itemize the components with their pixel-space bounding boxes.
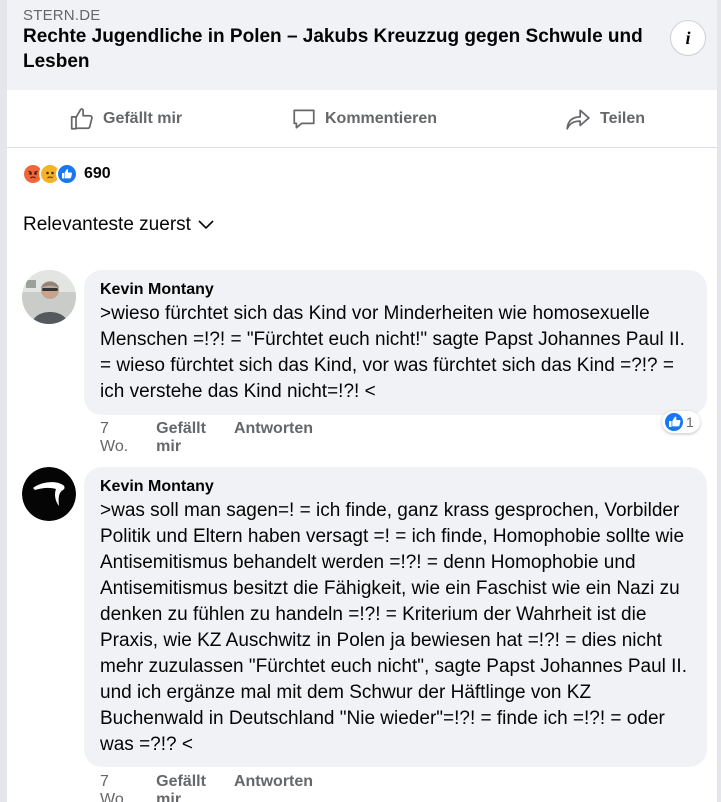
comment-button[interactable]: Kommentieren [291, 90, 437, 148]
comment-reaction-count: 1 [686, 414, 694, 430]
sort-label: Relevanteste zuerst [23, 214, 191, 235]
info-icon: i [685, 27, 691, 48]
like-icon [665, 413, 683, 431]
like-icon [56, 163, 78, 185]
link-source: STERN.DE [23, 7, 101, 24]
link-preview[interactable]: STERN.DE Rechte Jugendliche in Polen – J… [7, 0, 717, 90]
comment-meta: 7 Wo. Gefällt mir Antworten [100, 420, 313, 456]
comment-author[interactable]: Kevin Montany [100, 279, 693, 301]
info-button[interactable]: i [670, 20, 706, 56]
comment-button-label: Kommentieren [325, 110, 438, 127]
chevron-down-icon [198, 220, 214, 230]
comment-text: >wieso fürchtet sich das Kind vor Minder… [100, 303, 685, 402]
comment-timestamp[interactable]: 7 Wo. [100, 420, 128, 456]
comment-reply-link[interactable]: Antworten [234, 773, 313, 802]
reactions-summary[interactable]: 690 [22, 163, 111, 185]
comment-timestamp[interactable]: 7 Wo. [100, 773, 128, 802]
comment-author[interactable]: Kevin Montany [100, 476, 693, 498]
comment-bubble: Kevin Montany >was soll man sagen=! = ic… [84, 467, 707, 767]
share-button-label: Teilen [600, 110, 646, 127]
share-button[interactable]: Teilen [564, 90, 645, 148]
comment-reaction-badge[interactable]: 1 [662, 411, 700, 433]
post-action-bar: Gefällt mir Kommentieren Teilen [7, 90, 717, 148]
speech-bubble-icon [293, 109, 315, 129]
reaction-count: 690 [84, 165, 111, 182]
like-button[interactable]: Gefällt mir [69, 90, 182, 148]
avatar[interactable] [22, 270, 76, 324]
comment-meta: 7 Wo. Gefällt mir Antworten [100, 773, 313, 802]
link-title[interactable]: Rechte Jugendliche in Polen – Jakubs Kre… [23, 24, 673, 74]
comment-sort-dropdown[interactable]: Relevanteste zuerst [23, 214, 215, 236]
avatar[interactable] [22, 467, 76, 521]
comment-reply-link[interactable]: Antworten [234, 420, 313, 456]
share-arrow-icon [566, 109, 590, 130]
like-button-label: Gefällt mir [103, 110, 183, 127]
comment-like-link[interactable]: Gefällt mir [156, 773, 206, 802]
comment-bubble: Kevin Montany >wieso fürchtet sich das K… [84, 270, 707, 415]
thumbs-up-icon [70, 108, 93, 130]
comment-like-link[interactable]: Gefällt mir [156, 420, 206, 456]
comment-text: >was soll man sagen=! = ich finde, ganz … [100, 500, 687, 755]
left-scroll-edge [0, 0, 7, 802]
right-scroll-edge [717, 0, 721, 802]
